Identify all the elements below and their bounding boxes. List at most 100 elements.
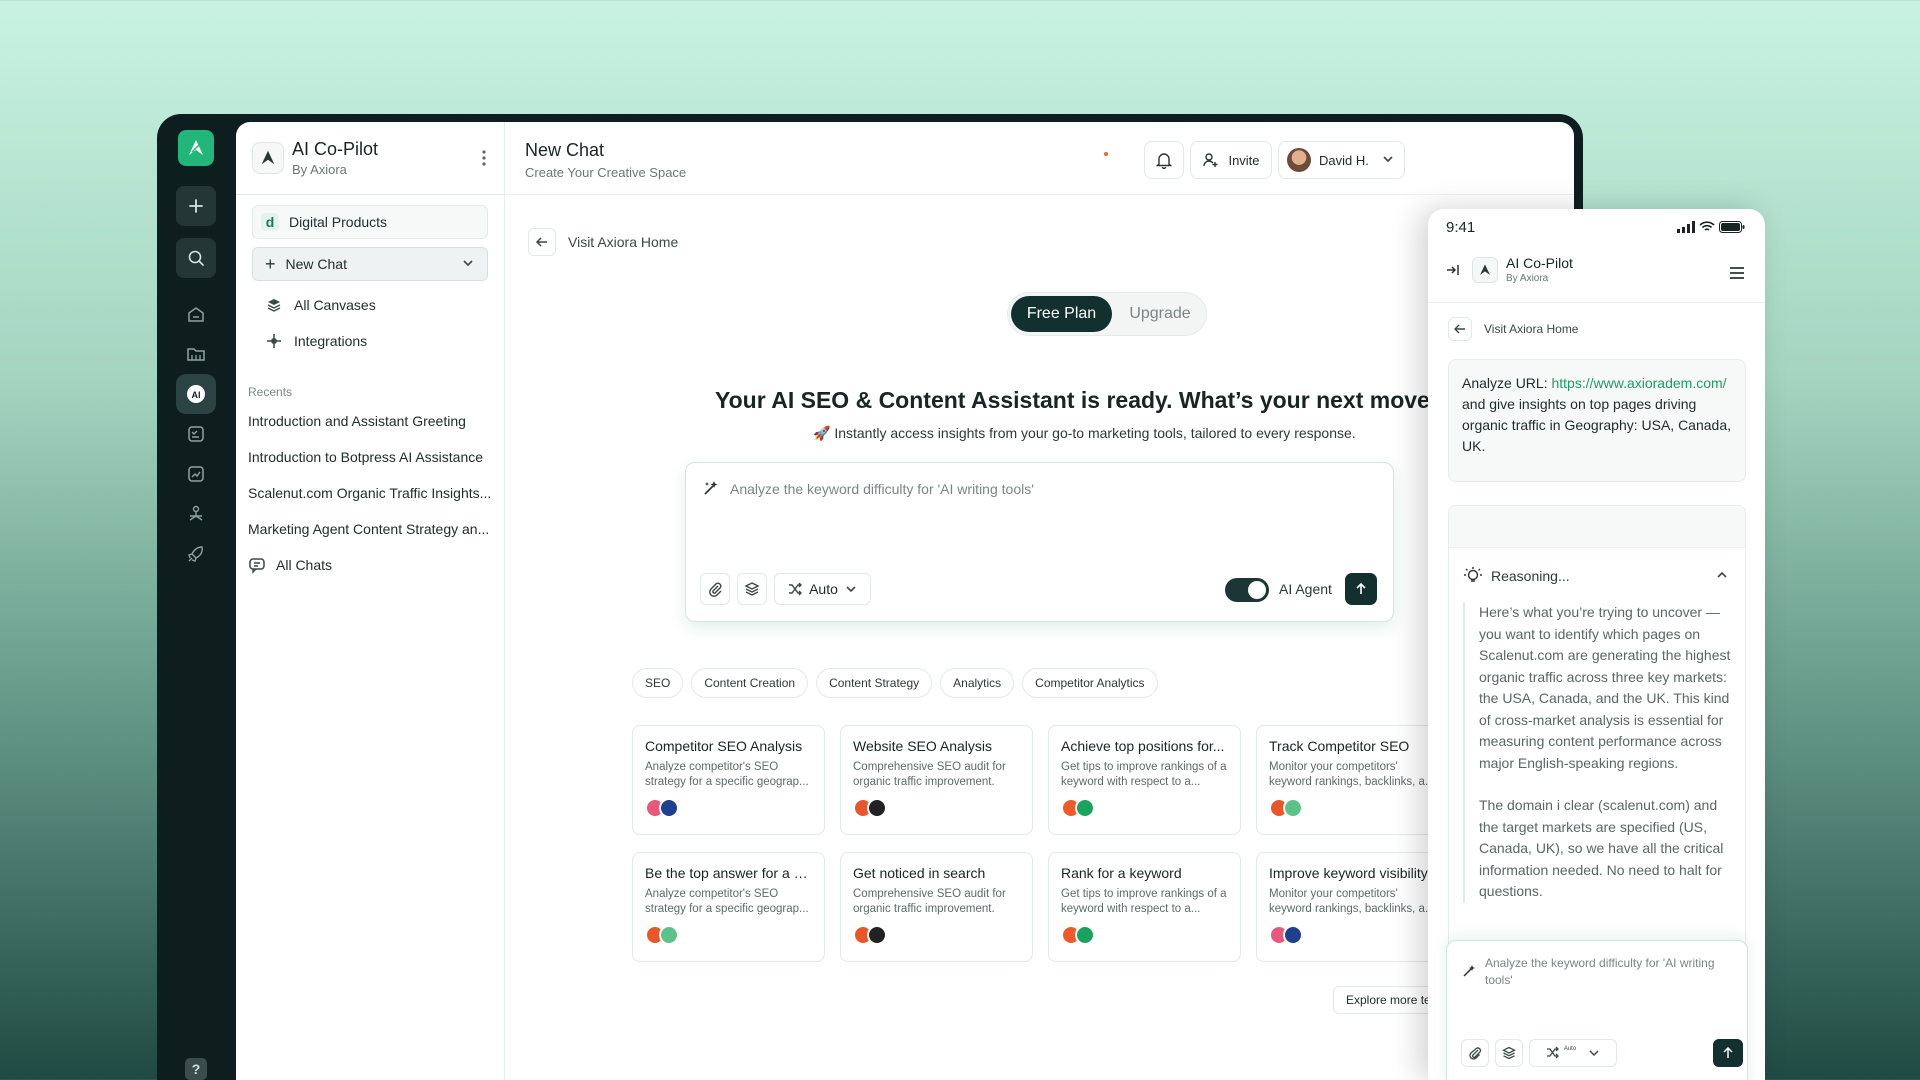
sidebar-item-all-canvases[interactable]: All Canvases bbox=[236, 287, 504, 323]
send-button[interactable] bbox=[1345, 573, 1377, 605]
recent-chat-item[interactable]: Introduction to Botpress AI Assistance bbox=[248, 439, 493, 475]
message-text: and give insights on top pages driving o… bbox=[1462, 396, 1732, 454]
message-link[interactable]: https://www.axioradem.com/ bbox=[1551, 375, 1726, 391]
chip-analytics[interactable]: Analytics bbox=[940, 668, 1015, 698]
upgrade-tab[interactable]: Upgrade bbox=[1120, 296, 1200, 332]
integration-logo-icon bbox=[659, 798, 679, 818]
mobile-layers-button[interactable] bbox=[1495, 1039, 1523, 1067]
template-card[interactable]: Website SEO Analysis Comprehensive SEO au… bbox=[840, 725, 1033, 835]
card-description: Comprehensive SEO audit for organic traf… bbox=[853, 761, 1006, 788]
wifi-icon bbox=[1699, 221, 1715, 231]
layers-button[interactable] bbox=[737, 573, 767, 605]
workspace-initial: d bbox=[261, 213, 279, 231]
mobile-back-label: Visit Axiora Home bbox=[1484, 322, 1579, 336]
paperclip-icon bbox=[709, 582, 722, 597]
ai-agent-label: AI Agent bbox=[1279, 581, 1332, 597]
prompt-input[interactable]: Analyze the keyword difficulty for 'AI w… bbox=[730, 481, 1034, 497]
template-card[interactable]: Be the top answer for a ke... Analyze com… bbox=[632, 852, 825, 962]
integration-logo-icon bbox=[867, 925, 887, 945]
chat-bubble-icon bbox=[249, 558, 265, 574]
template-card[interactable]: Achieve top positions for... Get tips to … bbox=[1048, 725, 1241, 835]
mode-select[interactable]: Auto bbox=[774, 573, 871, 605]
recent-chat-item[interactable]: Introduction and Assistant Greeting bbox=[248, 403, 493, 439]
integrations-icon bbox=[267, 334, 281, 348]
folder-icon[interactable] bbox=[176, 334, 216, 374]
mobile-preview: 9:41 AI Co-Pilot By Axiora Visit Axiora … bbox=[1428, 209, 1765, 1080]
battery-icon bbox=[1719, 221, 1745, 233]
attach-button[interactable] bbox=[700, 573, 730, 605]
back-link[interactable]: Visit Axiora Home bbox=[528, 228, 678, 256]
arrow-up-icon bbox=[1356, 582, 1366, 594]
tasks-icon[interactable] bbox=[176, 414, 216, 454]
chip-content-creation[interactable]: Content Creation bbox=[691, 668, 809, 698]
avatar bbox=[1287, 148, 1311, 172]
recent-chat-item[interactable]: Scalenut.com Organic Traffic Insights... bbox=[248, 475, 493, 511]
sidebar-item-integrations[interactable]: Integrations bbox=[236, 323, 504, 359]
collapse-icon[interactable] bbox=[1446, 263, 1460, 282]
sparkle-icon bbox=[1461, 963, 1477, 984]
card-title: Get noticed in search bbox=[853, 865, 986, 881]
shuffle-icon bbox=[789, 582, 803, 596]
mobile-prompt-input[interactable]: Analyze the keyword difficulty for 'AI w… bbox=[1485, 955, 1725, 989]
recents-heading: Recents bbox=[248, 385, 293, 399]
integration-logo-icon bbox=[1075, 925, 1095, 945]
hamburger-menu-icon[interactable] bbox=[1723, 259, 1751, 287]
template-card[interactable]: Rank for a keyword Get tips to improve ra… bbox=[1048, 852, 1241, 962]
new-chat-label: New Chat bbox=[285, 256, 347, 272]
integration-logo-icon bbox=[1283, 925, 1303, 945]
mobile-back-link[interactable]: Visit Axiora Home bbox=[1448, 317, 1578, 341]
template-card[interactable]: Track Competitor SEO Monitor your competi… bbox=[1256, 725, 1449, 835]
integration-logo-icon bbox=[1283, 798, 1303, 818]
all-chats-label: All Chats bbox=[276, 557, 333, 573]
ai-chat-icon[interactable]: AI bbox=[176, 374, 216, 414]
arrow-left-icon bbox=[1448, 317, 1472, 341]
analytics-icon[interactable] bbox=[176, 454, 216, 494]
card-title: Track Competitor SEO bbox=[1269, 738, 1410, 754]
help-button[interactable]: ? bbox=[185, 1058, 207, 1080]
integration-icons bbox=[1269, 798, 1436, 818]
search-button[interactable] bbox=[176, 238, 216, 278]
user-menu[interactable]: David H. bbox=[1278, 141, 1405, 179]
lightbulb-icon bbox=[1464, 567, 1482, 582]
integration-logo-icon bbox=[659, 925, 679, 945]
home-icon[interactable] bbox=[176, 294, 216, 334]
reasoning-toggle[interactable]: Reasoning... bbox=[1463, 566, 1733, 586]
integration-icons bbox=[853, 925, 1020, 945]
new-item-button[interactable] bbox=[176, 186, 216, 226]
all-chats-link[interactable]: All Chats bbox=[248, 547, 504, 583]
notifications-button[interactable] bbox=[1144, 141, 1184, 179]
free-plan-tab[interactable]: Free Plan bbox=[1011, 296, 1112, 332]
chevron-down-icon bbox=[846, 586, 856, 593]
message-prefix: Analyze URL: bbox=[1462, 375, 1552, 391]
chip-content-strategy[interactable]: Content Strategy bbox=[816, 668, 933, 698]
mobile-mode-select[interactable]: Auto bbox=[1529, 1039, 1617, 1067]
chevron-down-icon bbox=[1589, 1050, 1599, 1057]
integration-icons bbox=[1061, 925, 1228, 945]
chip-seo[interactable]: SEO bbox=[632, 668, 684, 698]
template-card[interactable]: Competitor SEO Analysis Analyze competito… bbox=[632, 725, 825, 835]
icon-rail: AI ? bbox=[157, 114, 235, 1080]
template-card[interactable]: Improve keyword visibility Monitor your c… bbox=[1256, 852, 1449, 962]
card-title: Competitor SEO Analysis bbox=[645, 738, 803, 754]
rocket-icon[interactable] bbox=[176, 534, 216, 574]
card-description: Analyze competitor's SEO strategy for a … bbox=[645, 761, 809, 788]
workspace-selector[interactable]: d Digital Products bbox=[252, 205, 488, 239]
sidebar: AI Co-Pilot By Axiora d Digital Products… bbox=[236, 122, 505, 1080]
template-card[interactable]: Get noticed in search Comprehensive SEO a… bbox=[840, 852, 1033, 962]
status-time: 9:41 bbox=[1446, 219, 1476, 236]
chip-competitor-analytics[interactable]: Competitor Analytics bbox=[1022, 668, 1158, 698]
mobile-brand-subtitle: By Axiora bbox=[1506, 273, 1549, 284]
hero-subheading: 🚀 Instantly access insights from your go… bbox=[813, 425, 1356, 441]
more-options-icon[interactable] bbox=[482, 150, 486, 166]
mobile-send-button[interactable] bbox=[1713, 1039, 1743, 1067]
sidebar-header: AI Co-Pilot By Axiora bbox=[236, 122, 504, 195]
bell-icon bbox=[1155, 153, 1173, 169]
new-chat-button[interactable]: + New Chat bbox=[252, 247, 488, 281]
invite-button[interactable]: Invite bbox=[1190, 141, 1272, 179]
mobile-attach-button[interactable] bbox=[1461, 1039, 1489, 1067]
network-icon[interactable] bbox=[176, 494, 216, 534]
ai-agent-toggle[interactable] bbox=[1225, 578, 1269, 602]
reasoning-paragraph: Here’s what you’re trying to uncover — y… bbox=[1479, 604, 1731, 771]
integration-icons bbox=[853, 798, 1020, 818]
recent-chat-item[interactable]: Marketing Agent Content Strategy an... bbox=[248, 511, 493, 547]
